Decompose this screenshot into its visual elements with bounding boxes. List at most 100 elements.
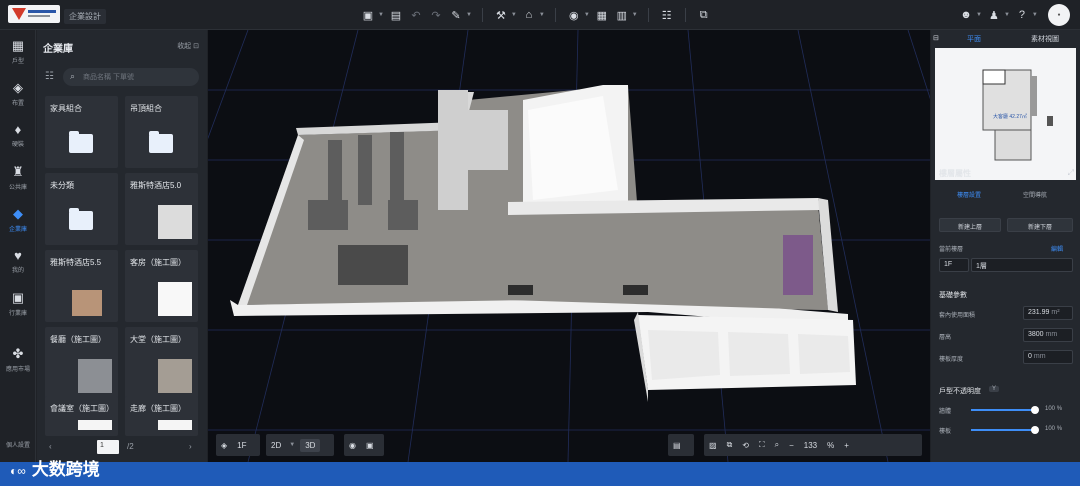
add-lower-floor-button[interactable]: 新建下層 bbox=[1007, 218, 1073, 232]
camera-icon[interactable]: ◉ bbox=[566, 7, 582, 23]
project-label[interactable]: 企業設計 bbox=[64, 9, 106, 24]
opacity-title: 戶型不透明度 bbox=[939, 388, 981, 395]
tab-material-view[interactable]: 素材視圖 bbox=[1031, 34, 1059, 44]
chevron-down-icon[interactable]: ▼ bbox=[976, 12, 982, 18]
fit-icon[interactable]: ⛶ bbox=[754, 440, 770, 450]
collapse-icon[interactable]: ⊟ bbox=[933, 34, 939, 42]
library-item[interactable]: 雅斯特酒店5.5 bbox=[45, 250, 118, 322]
library-item[interactable]: 雅斯特酒店5.0 bbox=[125, 173, 198, 245]
users-icon[interactable]: ☻ bbox=[958, 7, 974, 23]
next-page-icon[interactable]: › bbox=[189, 442, 192, 451]
view-3d-button[interactable]: 3D bbox=[300, 438, 321, 452]
zoom-in-icon[interactable]: + bbox=[839, 441, 854, 450]
crop-icon[interactable]: ⧉ bbox=[722, 440, 738, 450]
capture-button[interactable]: ▤ bbox=[668, 434, 694, 456]
tools-icon[interactable]: ⚒ bbox=[493, 7, 509, 23]
folder-icon bbox=[149, 131, 173, 153]
right-tabs: ⊟ 平面 素材視圖 bbox=[931, 30, 1080, 46]
search-input[interactable]: ⌕ 商品名稱 下單號 bbox=[63, 68, 199, 86]
nav-floorplan[interactable]: ▦ 戶型 bbox=[0, 34, 36, 74]
library-item[interactable]: 家具組合 bbox=[45, 96, 118, 168]
expand-icon[interactable]: ⤢ bbox=[1068, 168, 1074, 178]
edit-floor-link[interactable]: 編輯 bbox=[1051, 244, 1063, 253]
save-icon[interactable]: ▤ bbox=[388, 7, 404, 23]
page-input[interactable]: 1 bbox=[97, 440, 119, 454]
tab-floor-settings[interactable]: 樓層設置 bbox=[957, 190, 981, 199]
app-logo[interactable] bbox=[8, 5, 60, 23]
export-icon[interactable]: ⧉ bbox=[696, 7, 712, 23]
slab-field[interactable]: 0 mm bbox=[1023, 350, 1073, 364]
stool-thumbnail bbox=[158, 205, 192, 239]
zoom-unit: % bbox=[827, 440, 835, 450]
add-upper-floor-button[interactable]: 新建上層 bbox=[939, 218, 1001, 232]
library-item[interactable]: 客房（施工圖） bbox=[125, 250, 198, 322]
floor-name-field[interactable]: 1層 bbox=[971, 258, 1073, 272]
chair-icon: ♜ bbox=[12, 164, 24, 179]
library-item[interactable]: 大堂（施工圖） bbox=[125, 327, 198, 399]
height-field[interactable]: 3800 mm bbox=[1023, 328, 1073, 342]
footer-bar bbox=[0, 462, 1080, 486]
library-item[interactable]: 餐廳（施工圖） bbox=[45, 327, 118, 399]
prev-page-icon[interactable]: ‹ bbox=[49, 442, 52, 451]
3d-viewport[interactable]: ◈ 1F 2D ▼ 3D ◉ ▣ ▤ ▨ ⧉ ⟲ ⛶ ⌕ − 133 % + bbox=[208, 30, 930, 462]
image-icon[interactable]: ▨ bbox=[704, 441, 722, 450]
diamond-icon: ◆ bbox=[13, 206, 23, 221]
chevron-down-icon[interactable]: ▼ bbox=[1004, 12, 1010, 18]
zoom-out-icon[interactable]: − bbox=[784, 441, 799, 450]
area-field[interactable]: 231.99 m² bbox=[1023, 306, 1073, 320]
nav-enterprise[interactable]: ◆ 企業庫 bbox=[0, 202, 36, 242]
floor-switch[interactable]: ◈ 1F bbox=[216, 434, 260, 456]
list-icon[interactable]: ☷ bbox=[659, 7, 675, 23]
collapse-button[interactable]: 收起 ⊡ bbox=[177, 41, 199, 51]
help-icon[interactable]: ? bbox=[1014, 7, 1030, 23]
opacity-badge[interactable]: Y bbox=[989, 386, 1000, 392]
tab-plan[interactable]: 平面 bbox=[967, 34, 981, 44]
avatar[interactable]: ● bbox=[1048, 4, 1070, 26]
zoom-value[interactable]: 133 bbox=[799, 441, 822, 450]
library-panel: 企業庫 收起 ⊡ ☷ ⌕ 商品名稱 下單號 家具組合 吊頂組合 未分類 雅斯特酒店… bbox=[37, 30, 207, 462]
eye-icon[interactable]: ◉ bbox=[344, 441, 361, 450]
view-2d-button[interactable]: 2D bbox=[266, 441, 286, 450]
floor-slab-label: 樓板 bbox=[939, 429, 952, 435]
library-item[interactable]: 未分類 bbox=[45, 173, 118, 245]
measure-icon[interactable]: ⌂ bbox=[521, 7, 537, 23]
box-icon: ▣ bbox=[11, 290, 25, 305]
eraser-icon[interactable]: ✎ bbox=[448, 7, 464, 23]
undo-icon[interactable]: ↶ bbox=[408, 7, 424, 23]
wall-opacity-slider[interactable] bbox=[971, 406, 1039, 414]
bell-icon[interactable]: ♟ bbox=[986, 7, 1002, 23]
chevron-down-icon[interactable]: ▼ bbox=[632, 12, 638, 18]
nav-market[interactable]: ✤ 應用市場 bbox=[0, 342, 36, 382]
redo-icon[interactable]: ↷ bbox=[428, 7, 444, 23]
new-file-icon[interactable]: ▣ bbox=[360, 7, 376, 23]
rotate-icon[interactable]: ⟲ bbox=[737, 441, 754, 450]
minimap[interactable]: 大客廳 42.27㎡ bbox=[935, 48, 1076, 180]
nav-public[interactable]: ♜ 公共庫 bbox=[0, 160, 36, 200]
zoom-region-icon[interactable]: ⌕ bbox=[770, 440, 784, 450]
library-item[interactable]: 吊頂組合 bbox=[125, 96, 198, 168]
library-item[interactable]: 走廊（施工圖） bbox=[125, 396, 198, 436]
nav-layout[interactable]: ◈ 布置 bbox=[0, 76, 36, 116]
layer-icon[interactable]: ▣ bbox=[361, 441, 379, 450]
nav-hardfit[interactable]: ♦ 硬裝 bbox=[0, 118, 36, 158]
grid-background bbox=[208, 30, 930, 462]
list-view-icon[interactable]: ☷ bbox=[45, 71, 54, 82]
tab-space-nav[interactable]: 空間導航 bbox=[1023, 190, 1047, 199]
artwork bbox=[783, 235, 813, 295]
floor-opacity-slider[interactable] bbox=[971, 426, 1039, 434]
chevron-down-icon[interactable]: ▼ bbox=[378, 12, 384, 18]
chevron-down-icon[interactable]: ▼ bbox=[539, 12, 545, 18]
layers-icon: ◈ bbox=[13, 80, 23, 95]
chevron-down-icon[interactable]: ▼ bbox=[466, 12, 472, 18]
chevron-down-icon[interactable]: ▼ bbox=[1032, 12, 1038, 18]
nav-industry[interactable]: ▣ 行業庫 bbox=[0, 286, 36, 326]
chevron-down-icon[interactable]: ▼ bbox=[584, 12, 590, 18]
library-item[interactable]: 會議室（施工圖） bbox=[45, 396, 118, 436]
floor-code-field[interactable]: 1F bbox=[939, 258, 969, 272]
document-icon[interactable]: ▥ bbox=[614, 7, 630, 23]
chevron-down-icon[interactable]: ▼ bbox=[511, 12, 517, 18]
render-icon[interactable]: ▦ bbox=[594, 7, 610, 23]
left-nav: ▦ 戶型 ◈ 布置 ♦ 硬裝 ♜ 公共庫 ◆ 企業庫 ♥ 我的 ▣ 行業庫 ✤ 應用市場 個人設… bbox=[0, 30, 36, 462]
library-title: 企業庫 bbox=[43, 44, 73, 55]
nav-mine[interactable]: ♥ 我的 bbox=[0, 244, 36, 284]
